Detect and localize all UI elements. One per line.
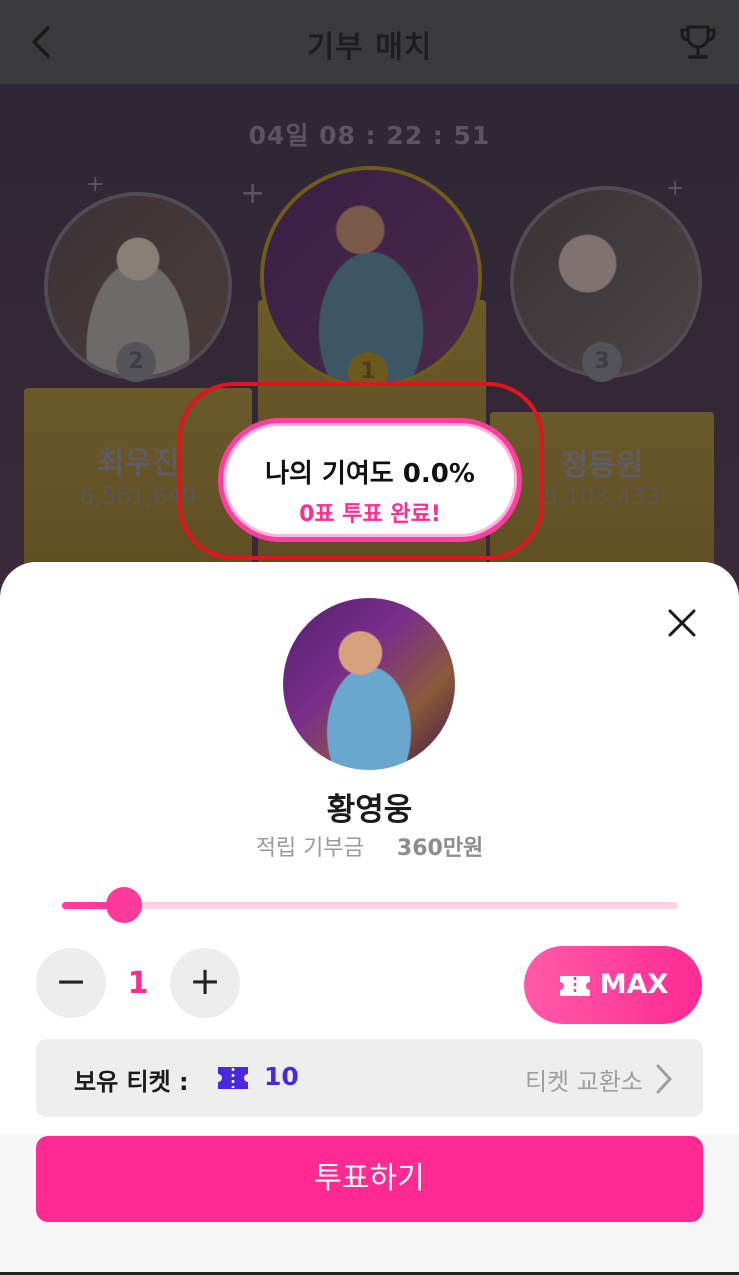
trophy-icon[interactable] — [677, 22, 719, 64]
vote-slider[interactable] — [62, 887, 678, 923]
quantity-value: 1 — [127, 966, 149, 1001]
donation-label: 적립 기부금 — [255, 836, 364, 861]
slider-track[interactable] — [62, 902, 678, 909]
sparkle-icon: + — [666, 176, 685, 201]
owned-tickets-bar: 보유 티켓 : 10 티켓 교환소 — [36, 1039, 703, 1117]
increase-button[interactable]: + — [170, 948, 240, 1018]
chevron-right-icon[interactable] — [653, 1063, 675, 1095]
slider-thumb[interactable] — [105, 887, 142, 923]
close-icon[interactable] — [665, 606, 699, 640]
ticket-icon — [559, 975, 590, 996]
donation-value: 360만원 — [396, 836, 484, 861]
decrease-button[interactable]: − — [36, 948, 106, 1018]
rank-badge: 3 — [582, 342, 622, 382]
artist-name: 황영웅 — [326, 792, 413, 828]
page-title: 기부 매치 — [306, 30, 433, 65]
vote-bottom-sheet: 황영웅 적립 기부금 360만원 − 1 + MAX 보유 티켓 : 10 티켓… — [0, 562, 739, 1275]
highlight-outline — [178, 382, 544, 560]
countdown-timer: 04일 08 : 22 : 51 — [248, 121, 491, 150]
max-label: MAX — [599, 969, 669, 1000]
owned-tickets-label: 보유 티켓 : — [74, 1068, 189, 1096]
ticket-icon — [218, 1067, 248, 1089]
ticket-exchange-link[interactable]: 티켓 교환소 — [525, 1062, 643, 1097]
owned-tickets-count: 10 — [264, 1062, 299, 1091]
sparkle-icon: + — [240, 176, 266, 211]
sparkle-icon: + — [86, 172, 105, 197]
max-button[interactable]: MAX — [524, 946, 702, 1024]
artist-avatar — [283, 598, 455, 770]
donation-info: 적립 기부금 360만원 — [0, 830, 739, 862]
top-bar: 기부 매치 — [0, 0, 739, 84]
rank-badge: 2 — [116, 342, 156, 382]
vote-button[interactable]: 투표하기 — [36, 1136, 703, 1222]
